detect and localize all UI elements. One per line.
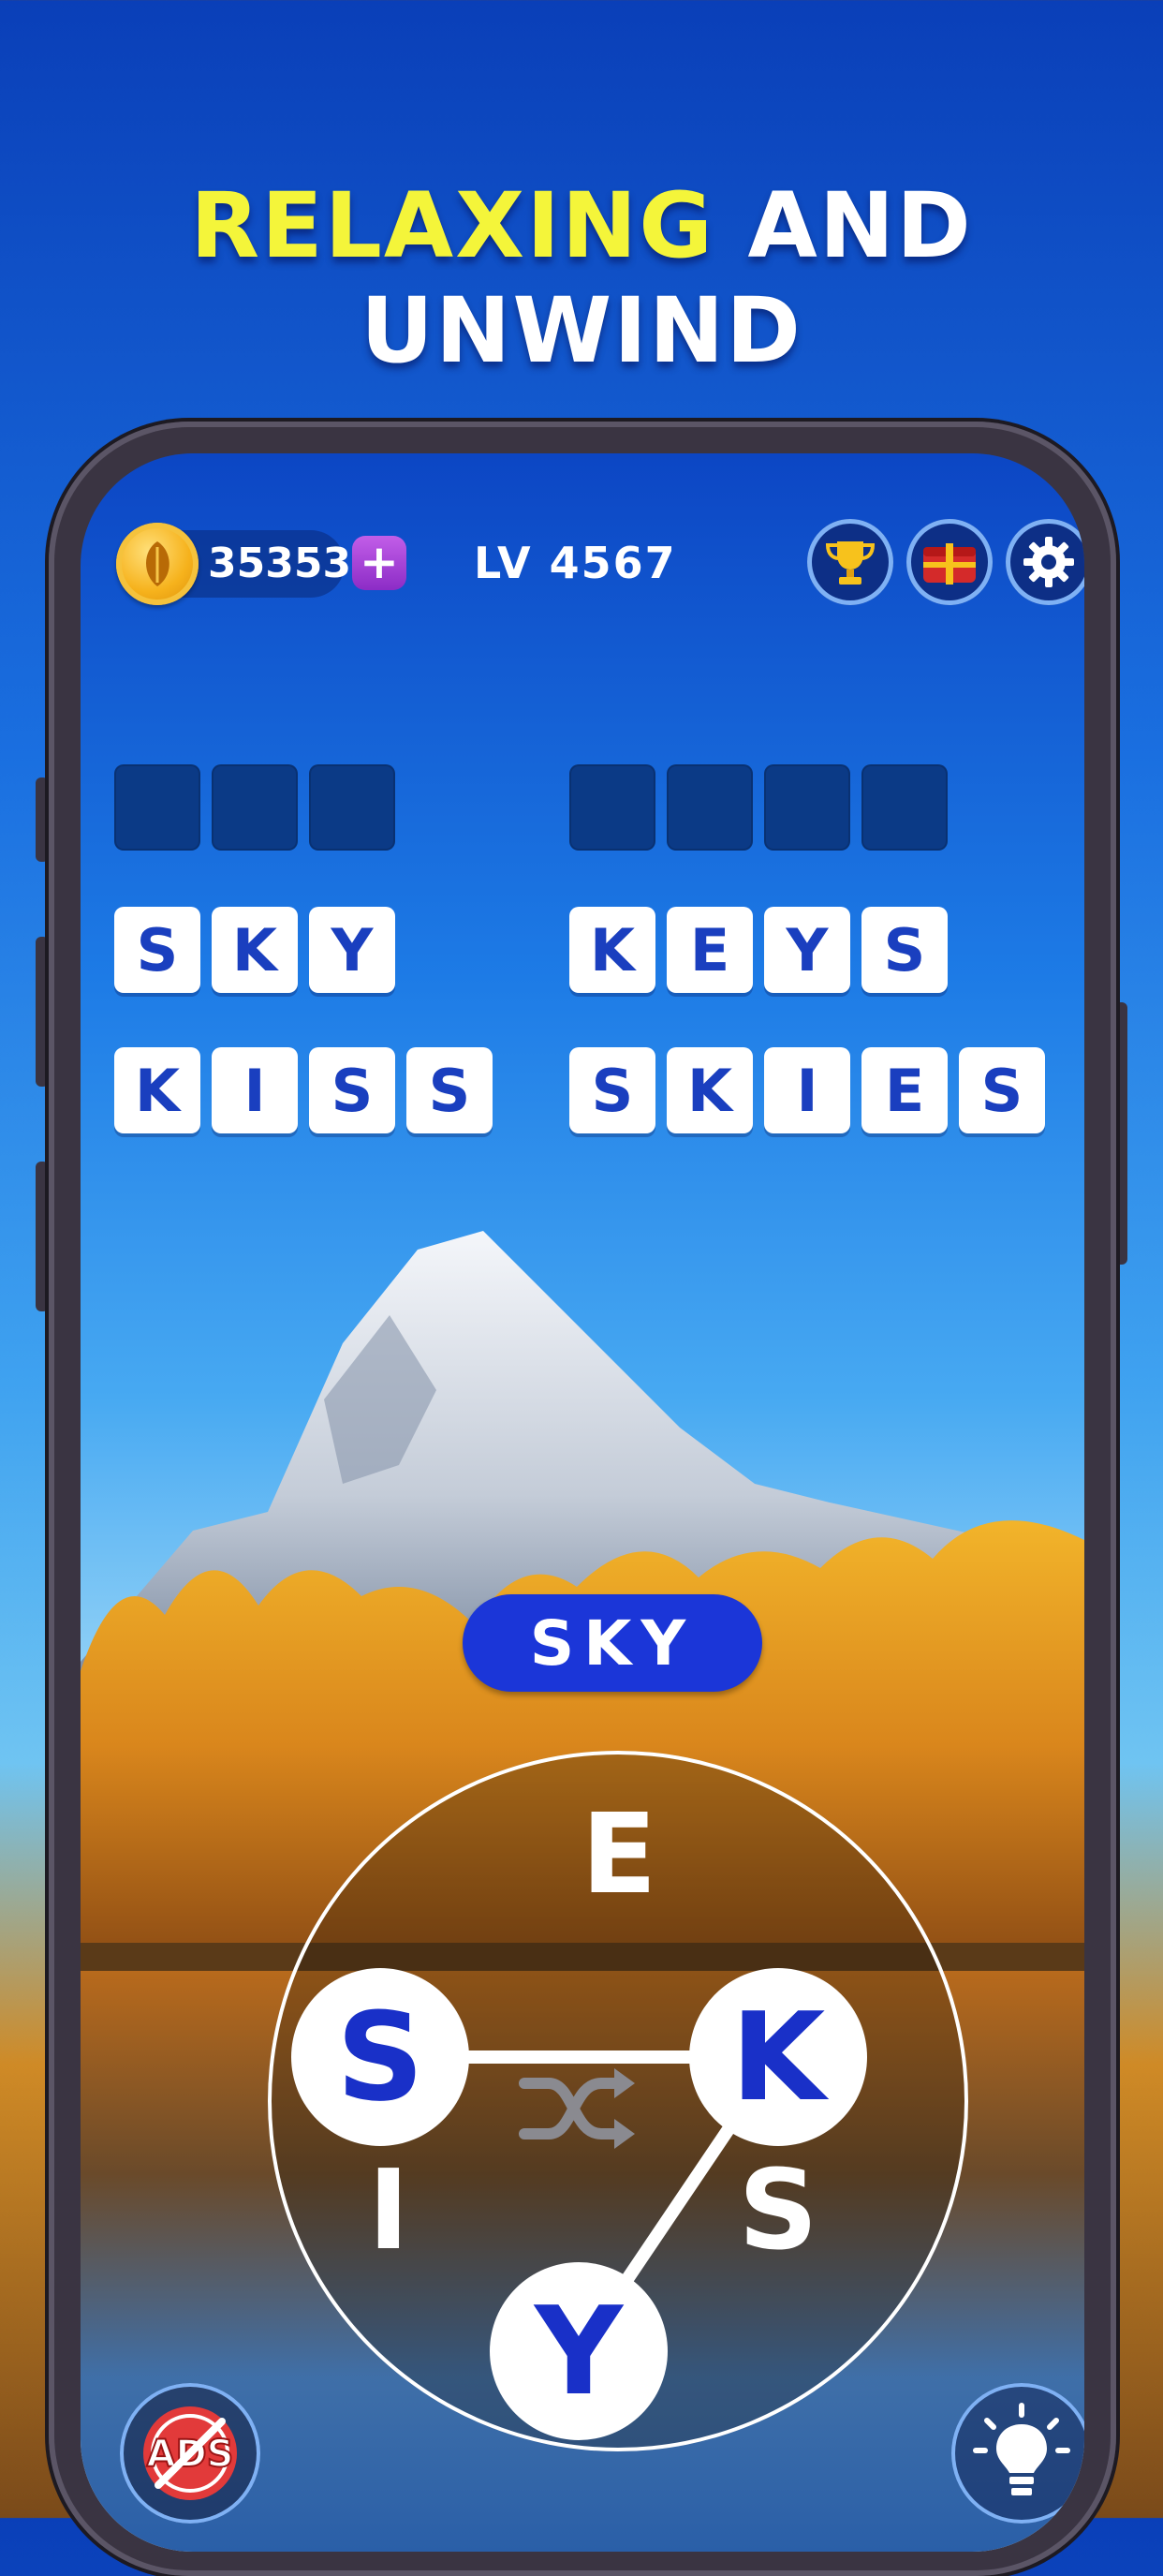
no-ads-icon: ADS [143,2406,237,2500]
phone-side-button [36,777,49,862]
wheel-letter[interactable]: Y [490,2262,668,2440]
hint-button[interactable] [951,2383,1084,2524]
shuffle-button[interactable] [517,2057,639,2160]
wheel-letter[interactable]: S [708,2139,848,2280]
phone-frame: 35353 + LV 4567 S K Y K I S S K E Y S S … [49,422,1116,2576]
wheel-letter[interactable]: S [291,1968,469,2146]
headline: RELAXING AND UNWIND [0,173,1163,383]
selection-path [380,2050,784,2355]
wheel-letter[interactable]: K [689,1968,867,2146]
wheel-letter[interactable]: I [318,2139,459,2280]
phone-side-button [36,1162,49,1311]
game-screen: 35353 + LV 4567 S K Y K I S S K E Y S S … [81,453,1084,2552]
wheel-letter[interactable]: E [549,1784,689,1924]
no-ads-button[interactable]: ADS [120,2383,260,2524]
headline-highlight: RELAXING [190,173,715,278]
phone-side-button [1114,1002,1127,1265]
lightbulb-icon [973,2403,1070,2495]
shuffle-icon [519,2068,635,2149]
phone-side-button [36,937,49,1087]
